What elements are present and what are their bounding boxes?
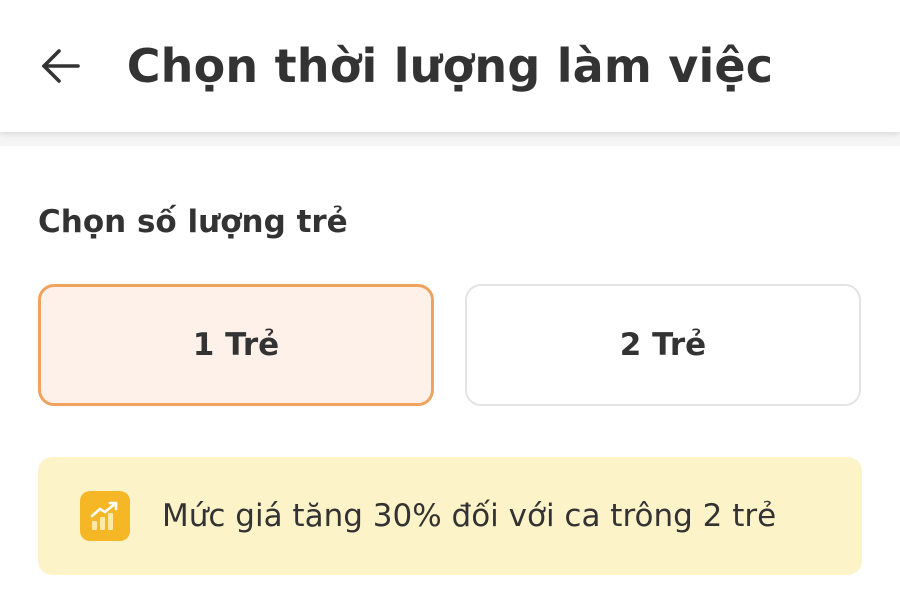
app-header: Chọn thời lượng làm việc	[0, 0, 900, 132]
page-title: Chọn thời lượng làm việc	[126, 39, 774, 93]
back-button[interactable]	[28, 30, 92, 102]
children-count-label: Chọn số lượng trẻ	[38, 204, 348, 240]
option-1-child-button[interactable]: 1 Trẻ	[38, 284, 434, 406]
option-label: 2 Trẻ	[619, 327, 707, 363]
main-content: Chọn số lượng trẻ 1 Trẻ 2 Trẻ Mức giá tă…	[0, 146, 900, 614]
arrow-left-icon	[42, 49, 80, 83]
option-2-children-button[interactable]: 2 Trẻ	[465, 284, 861, 406]
price-notice: Mức giá tăng 30% đối với ca trông 2 trẻ	[38, 457, 862, 575]
notice-text: Mức giá tăng 30% đối với ca trông 2 trẻ	[162, 498, 777, 534]
trending-up-icon	[80, 491, 130, 541]
option-label: 1 Trẻ	[192, 327, 280, 363]
